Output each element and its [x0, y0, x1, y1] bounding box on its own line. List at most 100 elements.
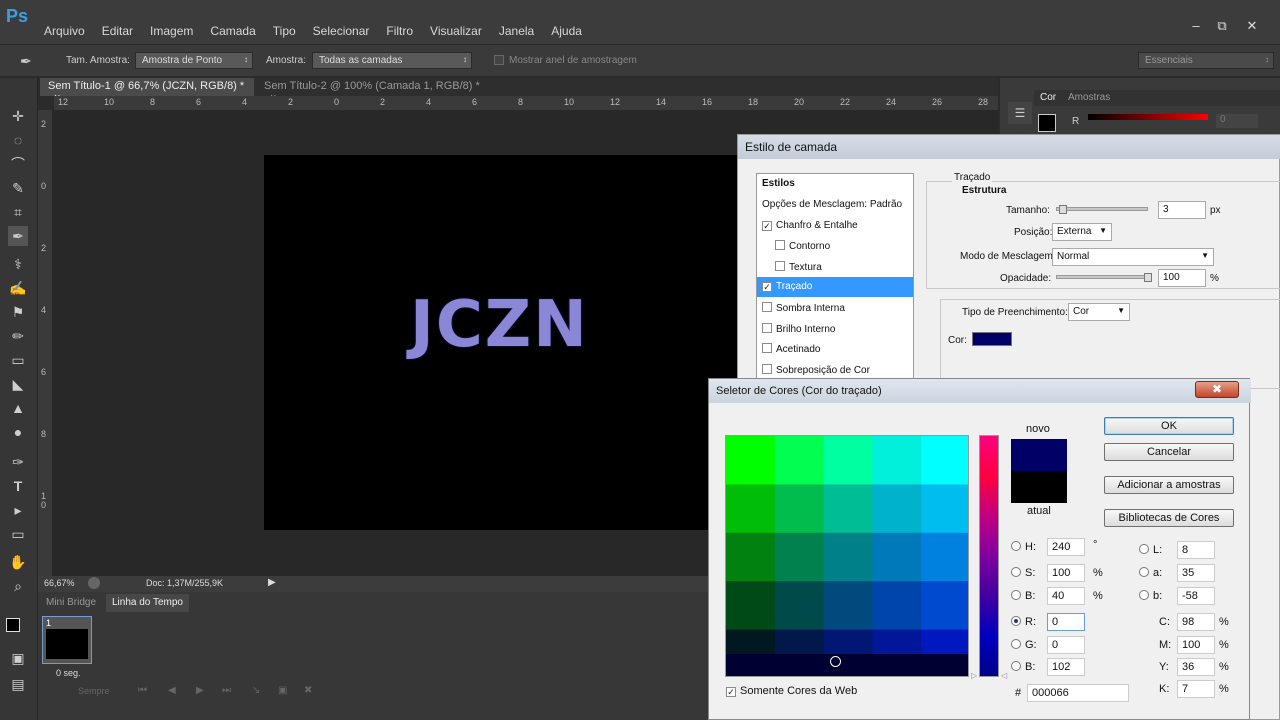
eyedropper-tool-icon[interactable]: ✒	[20, 53, 32, 70]
s-input[interactable]: 100	[1047, 564, 1085, 582]
eraser-tool-icon[interactable]: ▭	[8, 350, 28, 370]
quick-select-tool-icon[interactable]: ✎	[8, 178, 28, 198]
prev-frame-icon[interactable]: ◀	[168, 685, 176, 696]
foreground-color-swatch[interactable]	[6, 618, 20, 632]
web-only-checkbox[interactable]: ✓	[726, 687, 736, 697]
pen-tool-icon[interactable]: ✑	[8, 452, 28, 472]
color-field[interactable]	[725, 435, 969, 677]
restore-button[interactable]: ⧉	[1210, 18, 1234, 34]
opacity-slider[interactable]	[1056, 275, 1150, 279]
rectangle-tool-icon[interactable]: ▭	[8, 524, 28, 544]
stroke-color-swatch[interactable]	[972, 332, 1012, 346]
tab-timeline[interactable]: Linha do Tempo	[106, 594, 189, 612]
r-slider[interactable]	[1088, 114, 1208, 120]
blur-tool-icon[interactable]: ▲	[8, 398, 28, 418]
zoom-tool-icon[interactable]: ⌕	[8, 576, 28, 596]
color-field-swatch[interactable]	[774, 581, 825, 631]
s-radio[interactable]	[1011, 567, 1021, 577]
color-field-swatch[interactable]	[726, 436, 776, 486]
tab-color[interactable]: Cor	[1040, 92, 1056, 103]
y-input[interactable]: 36	[1177, 658, 1215, 676]
color-field-swatch[interactable]	[872, 436, 923, 486]
color-field-swatch[interactable]	[872, 581, 923, 631]
paint-bucket-tool-icon[interactable]: ◣	[8, 374, 28, 394]
color-field-swatch[interactable]	[921, 484, 969, 534]
lab-b-input[interactable]: -58	[1177, 587, 1215, 605]
menu-janela[interactable]: Janela	[499, 24, 534, 38]
style-item-checkbox[interactable]	[775, 240, 785, 251]
color-field-swatch[interactable]	[726, 581, 776, 631]
sample-size-select[interactable]: Amostra de Ponto ↕	[135, 52, 253, 69]
next-frame-icon[interactable]: ⏭	[222, 685, 231, 696]
lab-b-radio[interactable]	[1139, 590, 1149, 600]
panel-foreground-swatch[interactable]	[1038, 114, 1056, 132]
a-radio[interactable]	[1139, 567, 1149, 577]
color-field-swatch[interactable]	[823, 436, 874, 486]
rgb-b-radio[interactable]	[1011, 661, 1021, 671]
move-tool-icon[interactable]: ✛	[8, 106, 28, 126]
size-slider-thumb[interactable]	[1059, 205, 1067, 214]
color-field-swatch[interactable]	[774, 436, 825, 486]
hue-slider-left-arrow-icon[interactable]: ▷	[971, 671, 977, 680]
history-brush-tool-icon[interactable]: ✏	[8, 326, 28, 346]
workspace-select[interactable]: Essenciais ↕	[1138, 52, 1274, 69]
screen-mode-icon[interactable]: ▤	[8, 674, 28, 694]
position-select[interactable]: Externa ▼	[1052, 223, 1112, 241]
delete-frame-icon[interactable]: ✖	[304, 685, 312, 696]
size-input[interactable]: 3	[1158, 201, 1206, 219]
style-item-checkbox[interactable]: ✓	[762, 282, 772, 293]
stamp-tool-icon[interactable]: ⚑	[8, 302, 28, 322]
color-field-swatch[interactable]	[872, 532, 923, 583]
rgb-b-input[interactable]: 102	[1047, 658, 1085, 676]
size-slider[interactable]	[1056, 207, 1148, 211]
crop-tool-icon[interactable]: ⌗	[8, 202, 28, 222]
style-item-checkbox[interactable]	[762, 322, 772, 333]
menu-editar[interactable]: Editar	[102, 24, 133, 38]
hue-slider[interactable]	[979, 435, 999, 677]
frame-delay[interactable]: 0 seg.	[56, 668, 81, 678]
g-radio[interactable]	[1011, 639, 1021, 649]
play-icon[interactable]: ▶	[196, 685, 204, 696]
opacity-slider-thumb[interactable]	[1144, 273, 1152, 282]
status-menu-arrow-icon[interactable]: ▶	[268, 577, 276, 588]
color-field-swatch[interactable]	[823, 581, 874, 631]
close-app-button[interactable]: ✕	[1240, 18, 1264, 34]
h-input[interactable]: 240	[1047, 538, 1085, 556]
quick-mask-icon[interactable]: ▣	[8, 648, 28, 668]
color-field-swatch[interactable]	[726, 484, 776, 534]
duplicate-frame-icon[interactable]: ▣	[278, 685, 287, 696]
style-item[interactable]: Brilho Interno	[757, 319, 913, 339]
m-input[interactable]: 100	[1177, 636, 1215, 654]
color-field-swatch[interactable]	[774, 532, 825, 583]
hand-tool-icon[interactable]: ✋	[8, 552, 28, 572]
ok-button[interactable]: OK	[1104, 417, 1234, 435]
color-field-swatch[interactable]	[921, 532, 969, 583]
first-frame-icon[interactable]: ⏮	[138, 685, 147, 696]
style-item-checkbox[interactable]: ✓	[762, 220, 772, 231]
color-field-dark-band[interactable]	[726, 654, 969, 677]
color-field-swatch[interactable]	[872, 484, 923, 534]
b-input[interactable]: 40	[1047, 587, 1085, 605]
color-libraries-button[interactable]: Bibliotecas de Cores	[1104, 509, 1234, 527]
style-item-checkbox[interactable]	[762, 363, 772, 374]
color-field-swatch[interactable]	[823, 484, 874, 534]
sample-select[interactable]: Todas as camadas ↕	[312, 52, 472, 69]
cancel-button[interactable]: Cancelar	[1104, 443, 1234, 461]
h-radio[interactable]	[1011, 541, 1021, 551]
r-input[interactable]: 0	[1047, 613, 1085, 631]
panel-dock-icon[interactable]: ☰	[1008, 102, 1032, 124]
tab-mini-bridge[interactable]: Mini Bridge	[40, 594, 102, 612]
a-input[interactable]: 35	[1177, 564, 1215, 582]
c-input[interactable]: 98	[1177, 613, 1215, 631]
close-button[interactable]: ✖	[1195, 381, 1239, 398]
lasso-tool-icon[interactable]: ⌒	[8, 154, 28, 174]
color-field-swatch[interactable]	[774, 484, 825, 534]
style-item[interactable]: Acetinado	[757, 339, 913, 359]
menu-arquivo[interactable]: Arquivo	[44, 24, 85, 38]
share-icon[interactable]	[88, 577, 100, 589]
g-input[interactable]: 0	[1047, 636, 1085, 654]
path-select-tool-icon[interactable]: ▸	[8, 500, 28, 520]
tab-document-2[interactable]: Sem Título-2 @ 100% (Camada 1, RGB/8) * …	[256, 78, 492, 104]
style-item-checkbox[interactable]	[775, 260, 785, 271]
color-field-swatch[interactable]	[921, 581, 969, 631]
